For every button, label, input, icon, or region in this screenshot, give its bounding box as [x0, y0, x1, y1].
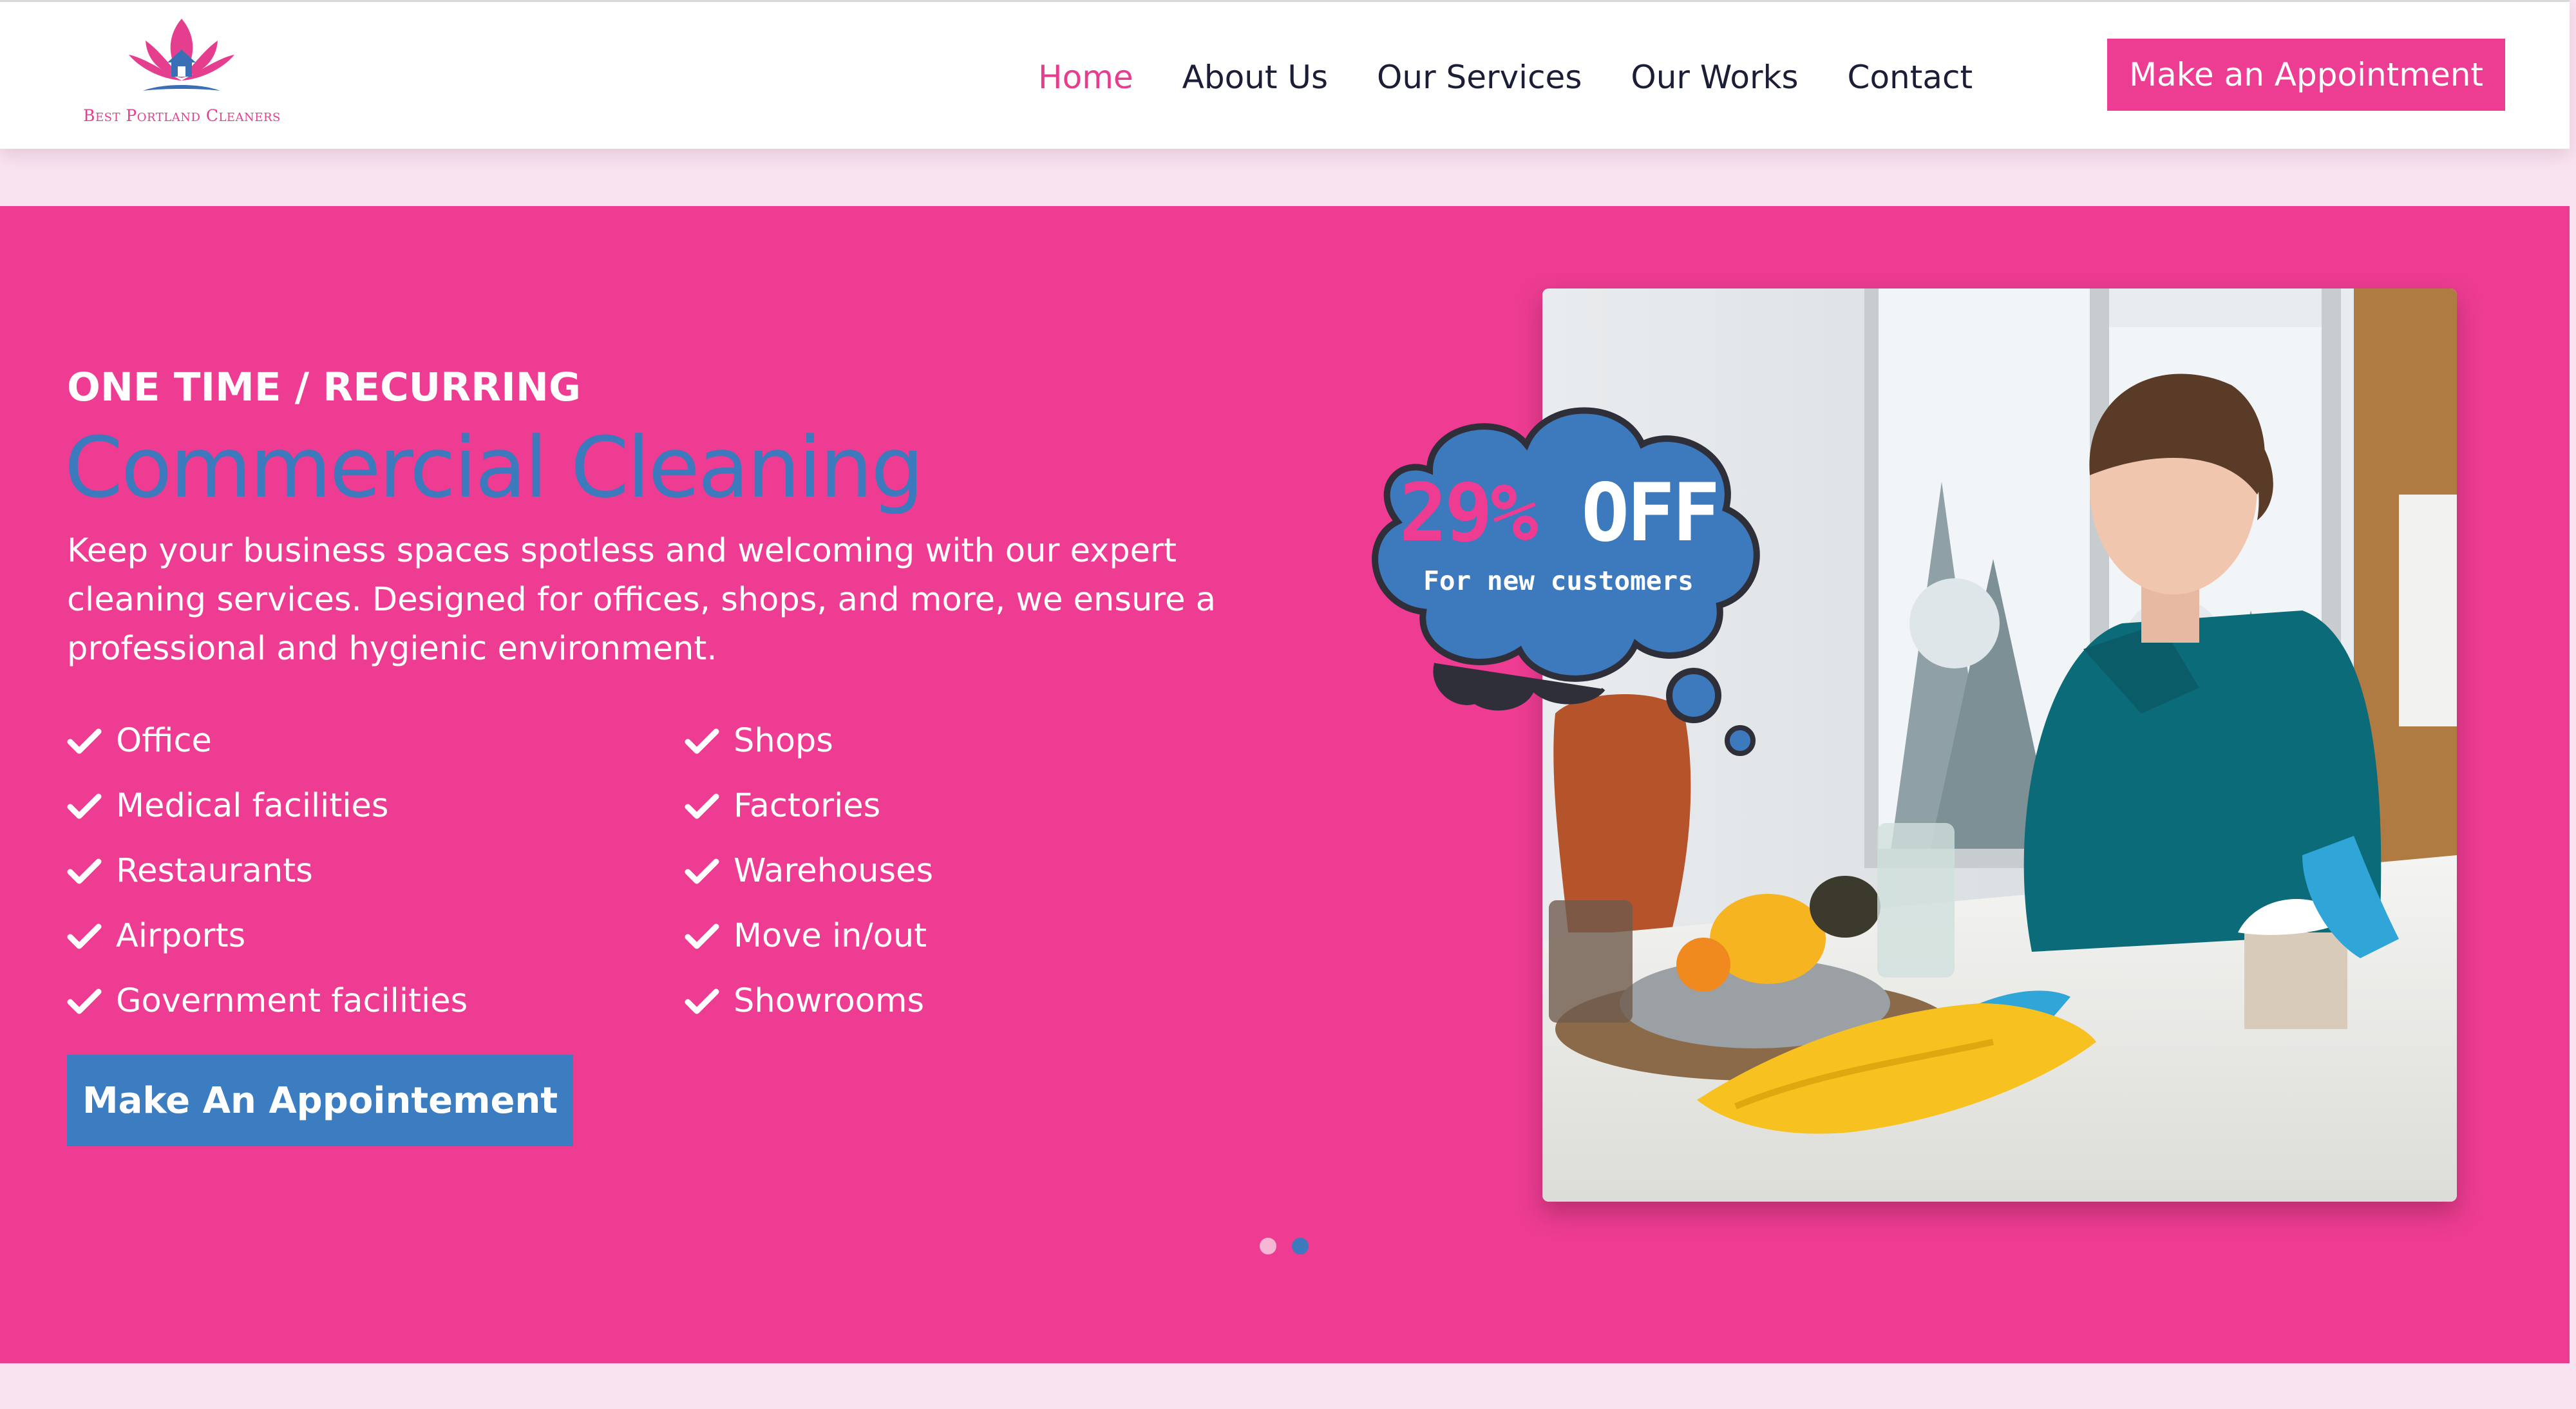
nav-our-services[interactable]: Our Services	[1377, 59, 1582, 96]
nav-our-works[interactable]: Our Works	[1631, 59, 1798, 96]
brand-logo[interactable]: Best Portland Cleaners	[64, 16, 299, 132]
list-item: Warehouses	[685, 838, 933, 903]
make-appointment-button[interactable]: Make an Appointment	[2107, 39, 2505, 111]
carousel-dot-1[interactable]	[1260, 1238, 1276, 1254]
nav-contact[interactable]: Contact	[1848, 59, 1973, 96]
check-icon	[685, 923, 719, 949]
list-item-label: Government facilities	[116, 982, 468, 1020]
check-icon	[67, 988, 102, 1014]
list-item: Showrooms	[685, 969, 933, 1034]
check-icon	[67, 858, 102, 884]
list-item: Airports	[67, 903, 468, 969]
logo-wordmark: Best Portland Cleaners	[83, 106, 281, 125]
list-item: Shops	[685, 708, 933, 773]
list-item-label: Restaurants	[116, 852, 313, 890]
check-icon	[67, 728, 102, 753]
services-list-right: Shops Factories Warehouses Move in/out S…	[685, 708, 933, 1034]
check-icon	[685, 793, 719, 818]
hero-headline: Commercial Cleaning	[64, 419, 924, 516]
lotus-house-icon	[129, 19, 234, 91]
list-item: Office	[67, 708, 468, 773]
list-item-label: Office	[116, 722, 212, 760]
promo-percent: 29%	[1399, 467, 1539, 560]
list-item-label: Airports	[116, 917, 246, 955]
check-icon	[685, 858, 719, 884]
list-item: Government facilities	[67, 969, 468, 1034]
list-item-label: Move in/out	[734, 917, 927, 955]
list-item: Medical facilities	[67, 773, 468, 838]
check-icon	[67, 923, 102, 949]
list-item-label: Warehouses	[734, 852, 934, 890]
hero-section: ONE TIME / RECURRING Commercial Cleaning…	[0, 206, 2570, 1363]
hero-description: Keep your business spaces spotless and w…	[67, 532, 1216, 668]
nav-home[interactable]: Home	[1038, 59, 1133, 96]
check-icon	[685, 988, 719, 1014]
check-icon	[685, 728, 719, 753]
promo-off: OFF	[1581, 467, 1720, 560]
nav-about-us[interactable]: About Us	[1182, 59, 1328, 96]
make-appointment-hero-button[interactable]: Make An Appointement	[67, 1055, 573, 1146]
services-list-left: Office Medical facilities Restaurants Ai…	[67, 708, 468, 1034]
list-item-label: Medical facilities	[116, 787, 389, 825]
list-item: Restaurants	[67, 838, 468, 903]
list-item-label: Showrooms	[734, 982, 925, 1020]
list-item-label: Shops	[734, 722, 833, 760]
main-nav: Home About Us Our Services Our Works Con…	[1038, 55, 1973, 100]
list-item: Move in/out	[685, 903, 933, 969]
list-item: Factories	[685, 773, 933, 838]
list-item-label: Factories	[734, 787, 881, 825]
promo-subtitle: For new customers	[1423, 565, 1694, 596]
check-icon	[67, 793, 102, 818]
carousel-dots	[1260, 1238, 1324, 1254]
carousel-dot-2[interactable]	[1292, 1238, 1309, 1254]
hero-eyebrow: ONE TIME / RECURRING	[67, 364, 581, 410]
site-header: Best Portland Cleaners Home About Us Our…	[0, 0, 2570, 149]
promo-headline: 29% OFF	[1385, 467, 1732, 560]
promo-bubble: 29% OFF For new customers	[1333, 386, 1771, 760]
